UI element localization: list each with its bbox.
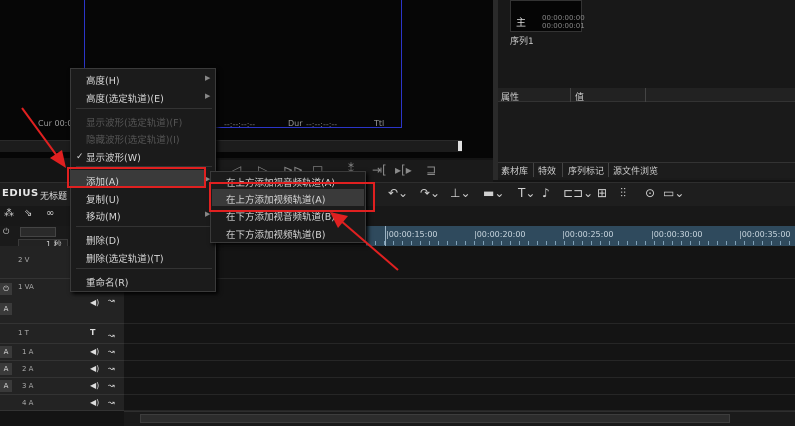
annotation-arrows <box>21 107 399 271</box>
annotation-arrow-right <box>330 212 399 271</box>
annotation-arrow-left <box>21 107 66 168</box>
